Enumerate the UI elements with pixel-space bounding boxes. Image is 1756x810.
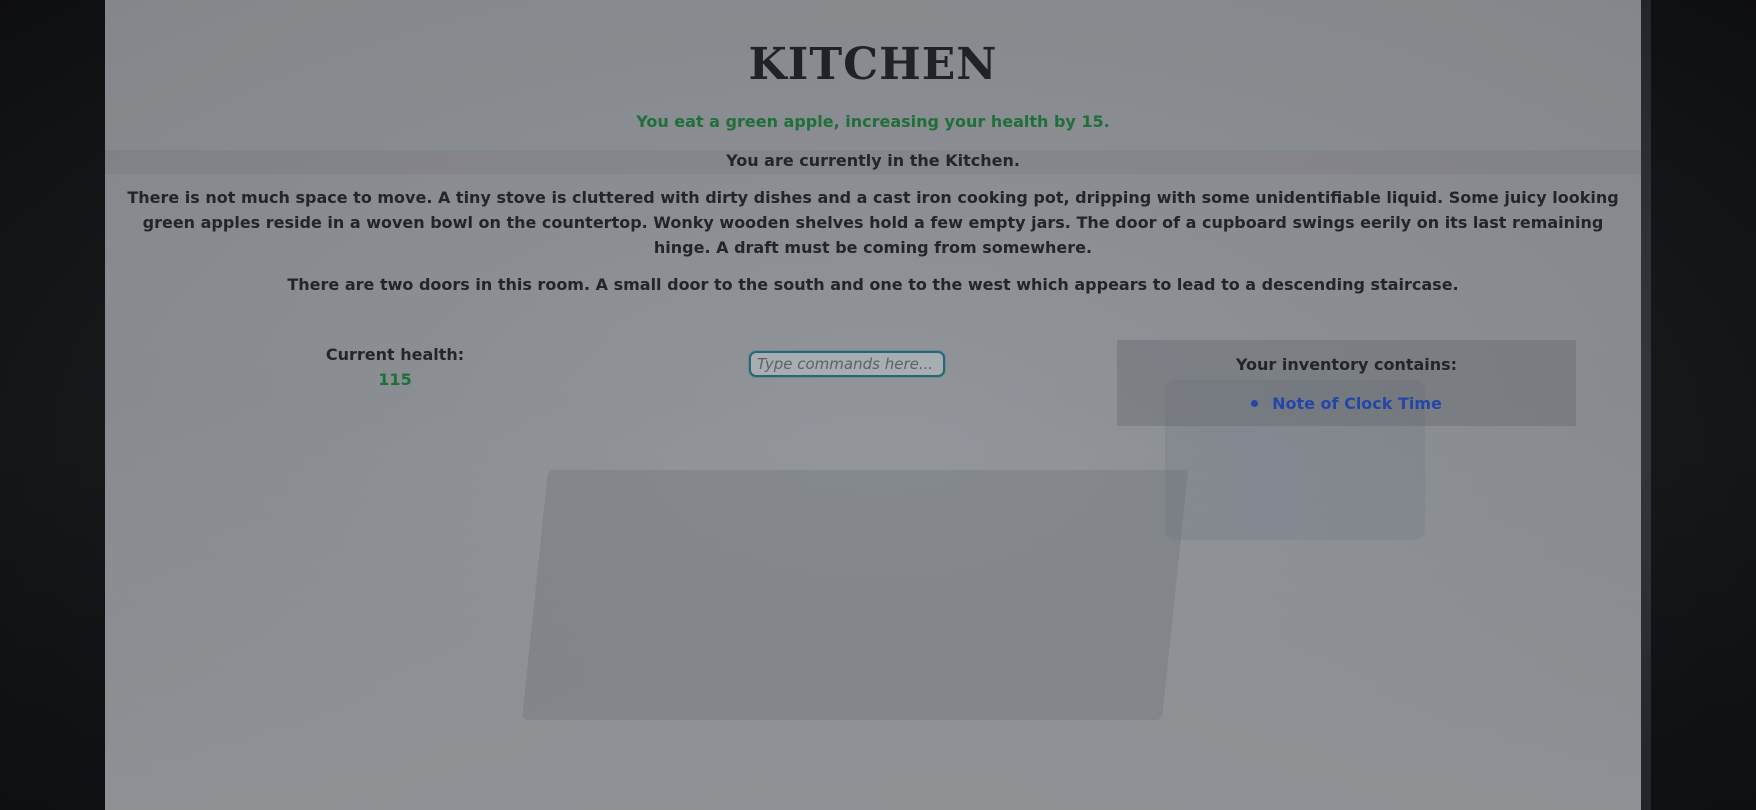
health-label: Current health: bbox=[325, 345, 465, 364]
location-message: You are currently in the Kitchen. bbox=[726, 151, 1020, 171]
health-value: 115 bbox=[378, 370, 412, 389]
inventory-item-label: Note of Clock Time bbox=[1272, 394, 1442, 413]
inventory-item[interactable]: Note of Clock Time bbox=[1117, 393, 1576, 415]
room-description: There is not much space to move. A tiny … bbox=[127, 188, 1619, 258]
command-input[interactable] bbox=[749, 351, 945, 377]
inventory-list: Note of Clock Time bbox=[1117, 393, 1576, 415]
bullet-icon bbox=[1251, 399, 1259, 407]
room-exits: There are two doors in this room. A smal… bbox=[287, 275, 1459, 295]
inventory-panel: Your inventory contains: Note of Clock T… bbox=[1117, 340, 1576, 426]
right-margin-shade bbox=[1651, 0, 1756, 810]
inventory-title: Your inventory contains: bbox=[1235, 355, 1458, 374]
game-panel: KITCHEN You eat a green apple, increasin… bbox=[105, 0, 1641, 810]
counter-shape bbox=[521, 470, 1189, 720]
room-title: KITCHEN bbox=[748, 39, 998, 90]
health-panel: Current health: 115 bbox=[275, 343, 515, 393]
event-message: You eat a green apple, increasing your h… bbox=[636, 112, 1110, 132]
room-content: KITCHEN You eat a green apple, increasin… bbox=[105, 0, 1641, 297]
left-margin-shade bbox=[0, 0, 105, 810]
